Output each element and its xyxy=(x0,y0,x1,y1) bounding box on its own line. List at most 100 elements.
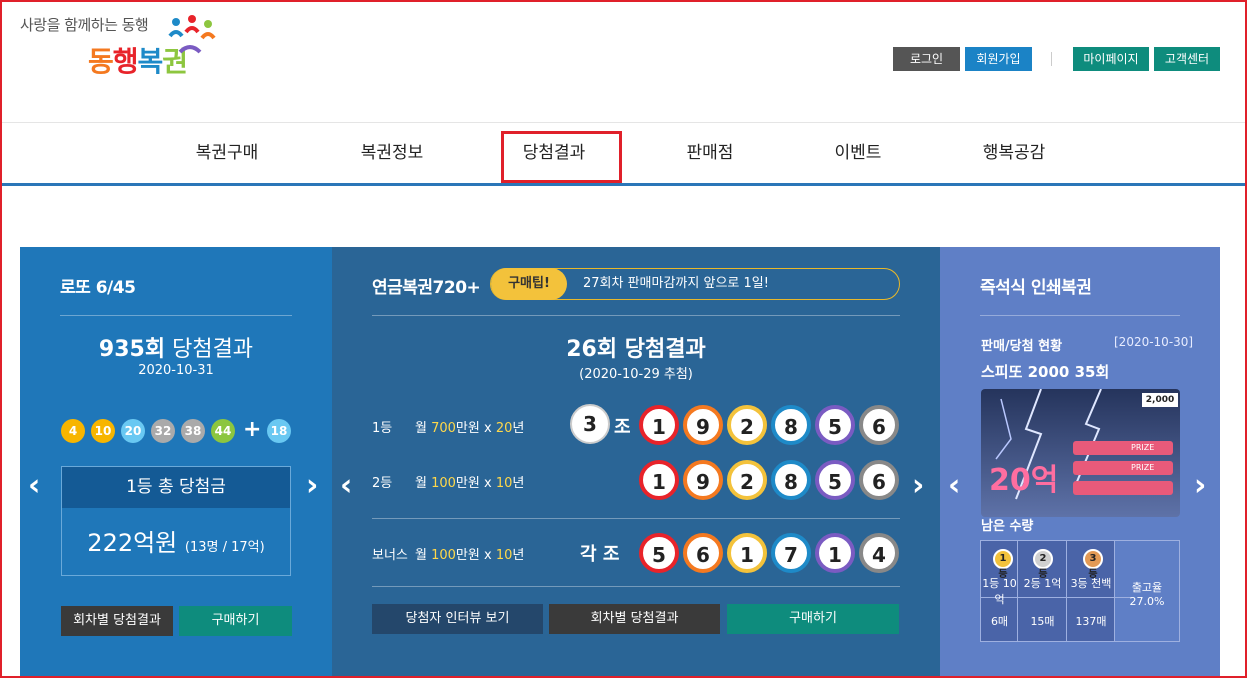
rank1-unit: 만원 x xyxy=(455,421,496,436)
divider xyxy=(372,518,900,519)
nav-stores[interactable]: 판매점 xyxy=(660,123,760,183)
pension-interview-button[interactable]: 당첨자 인터뷰 보기 xyxy=(372,604,543,634)
lotto-round-suffix: 당첨결과 xyxy=(165,337,254,362)
bonus-digit-ball: 5 xyxy=(639,533,679,573)
remaining-grid: 1등 2등 3등 1등 10억 2등 1억 3등 천백 6매 15매 137매 … xyxy=(980,540,1180,642)
divider xyxy=(372,586,900,587)
rank2-pre: 월 xyxy=(415,476,432,491)
rank1-label: 1등 xyxy=(372,421,393,436)
instant-status-date: [2020-10-30] xyxy=(1114,335,1194,349)
lotto-next-arrow-icon[interactable]: › xyxy=(306,471,318,501)
ticket-prize-tag: PRIZE xyxy=(1131,463,1155,472)
bronze-medal-icon: 3등 xyxy=(1083,549,1103,580)
nav-buy[interactable]: 복권구매 xyxy=(177,123,277,183)
rank1-prize: 월 700만원 x 20년 xyxy=(415,417,524,436)
divider xyxy=(60,315,292,316)
lotto-round-number: 935회 xyxy=(98,337,166,362)
rank2-digit-ball: 5 xyxy=(815,460,855,500)
lotto-prize-detail: (13명 / 17억) xyxy=(184,540,265,555)
release-rate-value: 27.0% xyxy=(1129,595,1165,608)
rank1-digit-ball: 8 xyxy=(771,405,811,445)
rank1-years: 20 xyxy=(495,421,513,436)
instant-next-arrow-icon[interactable]: › xyxy=(1194,471,1206,501)
main-nav: 복권구매 복권정보 당첨결과 판매점 이벤트 행복공감 xyxy=(2,122,1245,186)
lotto-buy-button[interactable]: 구매하기 xyxy=(179,606,292,636)
nav-info[interactable]: 복권정보 xyxy=(342,123,442,183)
ticket-prize: 20억 xyxy=(989,463,1059,498)
pension-buy-button[interactable]: 구매하기 xyxy=(727,604,899,634)
lotto-round-title: 935회 당첨결과 xyxy=(20,331,332,363)
rank2-amount: 100 xyxy=(431,476,456,491)
divider xyxy=(372,315,900,316)
bonus-prize: 월 100만원 x 10년 xyxy=(415,544,524,563)
rank2-prize: 월 100만원 x 10년 xyxy=(415,472,524,491)
rank1-amount: 700 xyxy=(431,421,456,436)
join-button[interactable]: 회원가입 xyxy=(965,47,1032,71)
lotto-prize-box: 1등 총 당첨금 222억원 (13명 / 17억) xyxy=(61,466,291,576)
tier-count: 137매 xyxy=(1075,615,1107,628)
pension-panel: 연금복권720+ 구매팁! 27회차 판매마감까지 앞으로 1일! 26회 당첨… xyxy=(332,247,940,678)
rank2-digit-ball: 8 xyxy=(771,460,811,500)
bonus-amount: 100 xyxy=(431,548,456,563)
lotto-number-ball: 32 xyxy=(151,419,175,443)
rank1-digit-ball: 5 xyxy=(815,405,855,445)
lotto-panel: 로또 6/45 935회 당첨결과 2020-10-31 4 10 20 32 38 44… xyxy=(20,247,332,678)
lotto-prev-arrow-icon[interactable]: ‹ xyxy=(28,471,40,501)
pension-history-button[interactable]: 회차별 당첨결과 xyxy=(549,604,720,634)
nav-events[interactable]: 이벤트 xyxy=(808,123,908,183)
logo-char: 복 xyxy=(137,45,164,78)
bonus-digit-ball: 1 xyxy=(727,533,767,573)
logo-char: 동 xyxy=(88,45,114,78)
header-divider xyxy=(1051,52,1052,66)
bonus-years-unit: 년 xyxy=(512,548,525,563)
scratch-ticket-image[interactable]: 2,000 20억 PRIZE PRIZE xyxy=(981,389,1180,517)
plus-icon: + xyxy=(243,417,262,442)
lotto-number-ball: 4 xyxy=(61,419,85,443)
bonus-digit-ball: 1 xyxy=(815,533,855,573)
rank2-years: 10 xyxy=(495,476,513,491)
tier-count: 6매 xyxy=(990,615,1009,628)
lotto-number-ball: 44 xyxy=(211,419,235,443)
nav-happy[interactable]: 행복공감 xyxy=(964,123,1064,183)
tip-text: 27회차 판매마감까지 앞으로 1일! xyxy=(583,276,769,291)
instant-prev-arrow-icon[interactable]: ‹ xyxy=(948,471,960,501)
bonus-unit: 만원 x xyxy=(455,548,496,563)
nav-results[interactable]: 당첨결과 xyxy=(504,123,604,183)
bonus-each-group: 각 조 xyxy=(580,544,620,565)
bonus-digit-ball: 4 xyxy=(859,533,899,573)
rank2-years-unit: 년 xyxy=(512,476,525,491)
rank1-group-unit: 조 xyxy=(614,417,631,438)
ticket-prize-tag: PRIZE xyxy=(1131,443,1155,452)
pension-prev-arrow-icon[interactable]: ‹ xyxy=(340,471,352,501)
site-tagline: 사랑을 함께하는 동행 xyxy=(20,16,149,34)
lotto-number-ball: 38 xyxy=(181,419,205,443)
login-button[interactable]: 로그인 xyxy=(893,47,960,71)
mypage-button[interactable]: 마이페이지 xyxy=(1073,47,1149,71)
rank2-unit: 만원 x xyxy=(455,476,496,491)
rank1-group-ball: 3 xyxy=(570,404,610,444)
rank2-digit-ball: 6 xyxy=(859,460,899,500)
remaining-label: 남은 수량 xyxy=(981,519,1034,534)
rank1-digit-ball: 9 xyxy=(683,405,723,445)
customer-center-button[interactable]: 고객센터 xyxy=(1154,47,1220,71)
instant-panel: 즉석식 인쇄복권 판매/당첨 현황 [2020-10-30] 스피또 2000 … xyxy=(940,247,1220,678)
pension-date: (2020-10-29 추첨) xyxy=(579,367,693,382)
pension-next-arrow-icon[interactable]: › xyxy=(912,471,924,501)
tier-label: 3등 천백 xyxy=(1070,577,1112,590)
bonus-years: 10 xyxy=(495,548,513,563)
bonus-pre: 월 xyxy=(415,548,432,563)
rank2-digit-ball: 9 xyxy=(683,460,723,500)
instant-status-label: 판매/당첨 현황 xyxy=(981,339,1063,354)
lotto-bonus-ball: 18 xyxy=(267,419,291,443)
divider xyxy=(980,315,1180,316)
release-rate-label: 출고율 xyxy=(1131,581,1163,594)
lotto-date: 2020-10-31 xyxy=(138,363,214,378)
rank1-digit-ball: 2 xyxy=(727,405,767,445)
bonus-digit-ball: 6 xyxy=(683,533,723,573)
rank1-digit-ball: 1 xyxy=(639,405,679,445)
lotto-history-button[interactable]: 회차별 당첨결과 xyxy=(61,606,173,636)
tier-label: 2등 1억 xyxy=(1023,577,1062,590)
lotto-number-ball: 10 xyxy=(91,419,115,443)
tip-label: 구매팁! xyxy=(491,268,567,300)
instant-product-name: 스피또 2000 35회 xyxy=(981,363,1110,381)
